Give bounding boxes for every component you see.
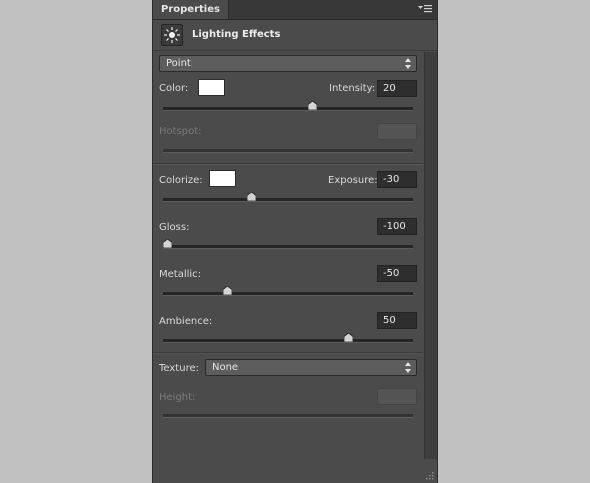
ambience-slider-thumb[interactable] bbox=[343, 333, 353, 342]
panel-title: Lighting Effects bbox=[192, 29, 281, 40]
metallic-slider[interactable] bbox=[163, 286, 413, 296]
height-slider bbox=[163, 414, 413, 418]
ambience-label: Ambience: bbox=[159, 316, 213, 327]
texture-select[interactable]: None bbox=[205, 359, 417, 376]
texture-value: None bbox=[212, 362, 239, 373]
hotspot-slider bbox=[163, 149, 413, 153]
exposure-slider-thumb[interactable] bbox=[247, 192, 257, 201]
panel-tab-bar: Properties bbox=[153, 0, 437, 20]
section-divider bbox=[153, 352, 423, 354]
light-type-value: Point bbox=[166, 58, 191, 69]
gloss-label: Gloss: bbox=[159, 222, 190, 233]
metallic-input[interactable]: -50 bbox=[377, 265, 417, 282]
ambience-slider[interactable] bbox=[163, 333, 413, 343]
exposure-slider[interactable] bbox=[163, 192, 413, 202]
metallic-label: Metallic: bbox=[159, 269, 202, 280]
texture-label: Texture: bbox=[159, 363, 199, 374]
dropdown-arrows-icon bbox=[405, 58, 411, 69]
intensity-input[interactable]: 20 bbox=[377, 80, 417, 97]
properties-panel: Properties Lighting Effects Point Color:… bbox=[152, 0, 438, 483]
colorize-color-swatch[interactable] bbox=[209, 170, 236, 187]
light-type-select[interactable]: Point bbox=[159, 55, 417, 72]
color-label: Color: bbox=[159, 83, 189, 94]
hotspot-label: Hotspot: bbox=[159, 126, 202, 137]
tab-properties[interactable]: Properties bbox=[153, 0, 229, 19]
hotspot-input bbox=[377, 123, 417, 140]
intensity-slider-thumb[interactable] bbox=[307, 101, 317, 110]
ambience-input[interactable]: 50 bbox=[377, 312, 417, 329]
intensity-label: Intensity: bbox=[329, 83, 376, 94]
panel-menu-icon[interactable] bbox=[418, 4, 432, 14]
lighting-effects-icon[interactable] bbox=[161, 24, 183, 46]
metallic-slider-thumb[interactable] bbox=[223, 286, 233, 295]
light-color-swatch[interactable] bbox=[198, 79, 225, 96]
section-divider bbox=[153, 163, 423, 165]
scrollbar[interactable] bbox=[424, 52, 437, 459]
gloss-slider[interactable] bbox=[163, 239, 413, 249]
exposure-input[interactable]: -30 bbox=[377, 171, 417, 188]
dropdown-arrows-icon bbox=[405, 362, 411, 373]
properties-header: Lighting Effects bbox=[153, 20, 437, 51]
intensity-slider[interactable] bbox=[163, 101, 413, 111]
resize-grip-icon[interactable] bbox=[425, 471, 435, 481]
colorize-label: Colorize: bbox=[159, 175, 203, 186]
exposure-label: Exposure: bbox=[328, 175, 378, 186]
height-label: Height: bbox=[159, 392, 196, 403]
height-input bbox=[377, 388, 417, 405]
gloss-input[interactable]: -100 bbox=[377, 218, 417, 235]
gloss-slider-thumb[interactable] bbox=[163, 239, 172, 248]
